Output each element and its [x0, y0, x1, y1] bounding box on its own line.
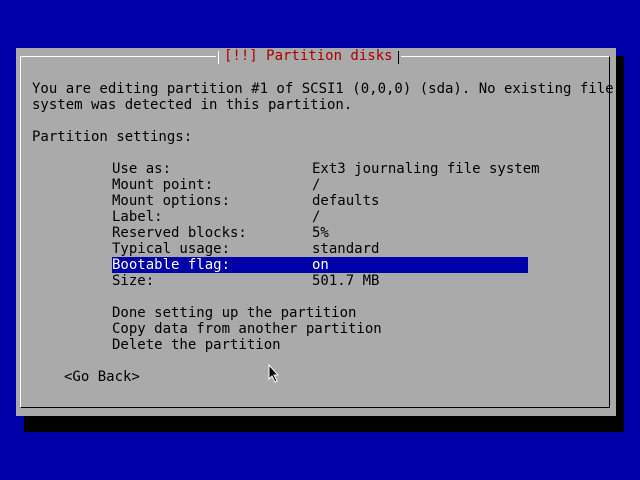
setting-value: /	[312, 177, 321, 193]
setting-label: Size:	[112, 273, 155, 289]
dialog-title: [!!] Partition disks	[224, 48, 393, 64]
description-line-1: You are editing partition #1 of SCSI1 (0…	[32, 81, 614, 97]
setting-label: Typical usage:	[112, 241, 231, 257]
setting-row-label[interactable]: Label: /	[112, 209, 528, 225]
go-back-button[interactable]: <Go Back>	[64, 369, 140, 385]
setting-row-reserved-blocks[interactable]: Reserved blocks: 5%	[112, 225, 528, 241]
setting-label: Mount point:	[112, 177, 214, 193]
setting-label: Use as:	[112, 161, 172, 177]
setting-value: Ext3 journaling file system	[312, 161, 540, 177]
setting-label: Bootable flag:	[112, 257, 231, 273]
setting-row-mount-options[interactable]: Mount options: defaults	[112, 193, 528, 209]
setting-row-bootable-flag[interactable]: Bootable flag: on	[112, 257, 528, 273]
setting-value: 5%	[312, 225, 329, 241]
title-right-bracket	[397, 51, 399, 64]
action-delete-partition[interactable]: Delete the partition	[112, 337, 281, 353]
setting-value: /	[312, 209, 321, 225]
setting-value: standard	[312, 241, 380, 257]
setting-value: on	[312, 257, 329, 273]
dialog-title-box: [!!] Partition disks	[216, 48, 401, 64]
setting-row-size[interactable]: Size: 501.7 MB	[112, 273, 528, 289]
setting-row-typical-usage[interactable]: Typical usage: standard	[112, 241, 528, 257]
description-line-2: system was detected in this partition.	[32, 97, 353, 113]
action-done-setting-up[interactable]: Done setting up the partition	[112, 305, 356, 321]
setting-row-mount-point[interactable]: Mount point: /	[112, 177, 528, 193]
title-left-bracket	[218, 51, 219, 64]
setting-label: Mount options:	[112, 193, 231, 209]
setting-value: defaults	[312, 193, 380, 209]
setting-label: Reserved blocks:	[112, 225, 247, 241]
settings-heading: Partition settings:	[32, 129, 193, 145]
action-copy-data[interactable]: Copy data from another partition	[112, 321, 382, 337]
installer-screen: [!!] Partition disks You are editing par…	[0, 0, 640, 480]
setting-label: Label:	[112, 209, 163, 225]
setting-value: 501.7 MB	[312, 273, 380, 289]
setting-row-use-as[interactable]: Use as: Ext3 journaling file system	[112, 161, 540, 177]
partition-dialog: [!!] Partition disks You are editing par…	[16, 48, 616, 416]
mouse-pointer-icon	[268, 364, 280, 383]
